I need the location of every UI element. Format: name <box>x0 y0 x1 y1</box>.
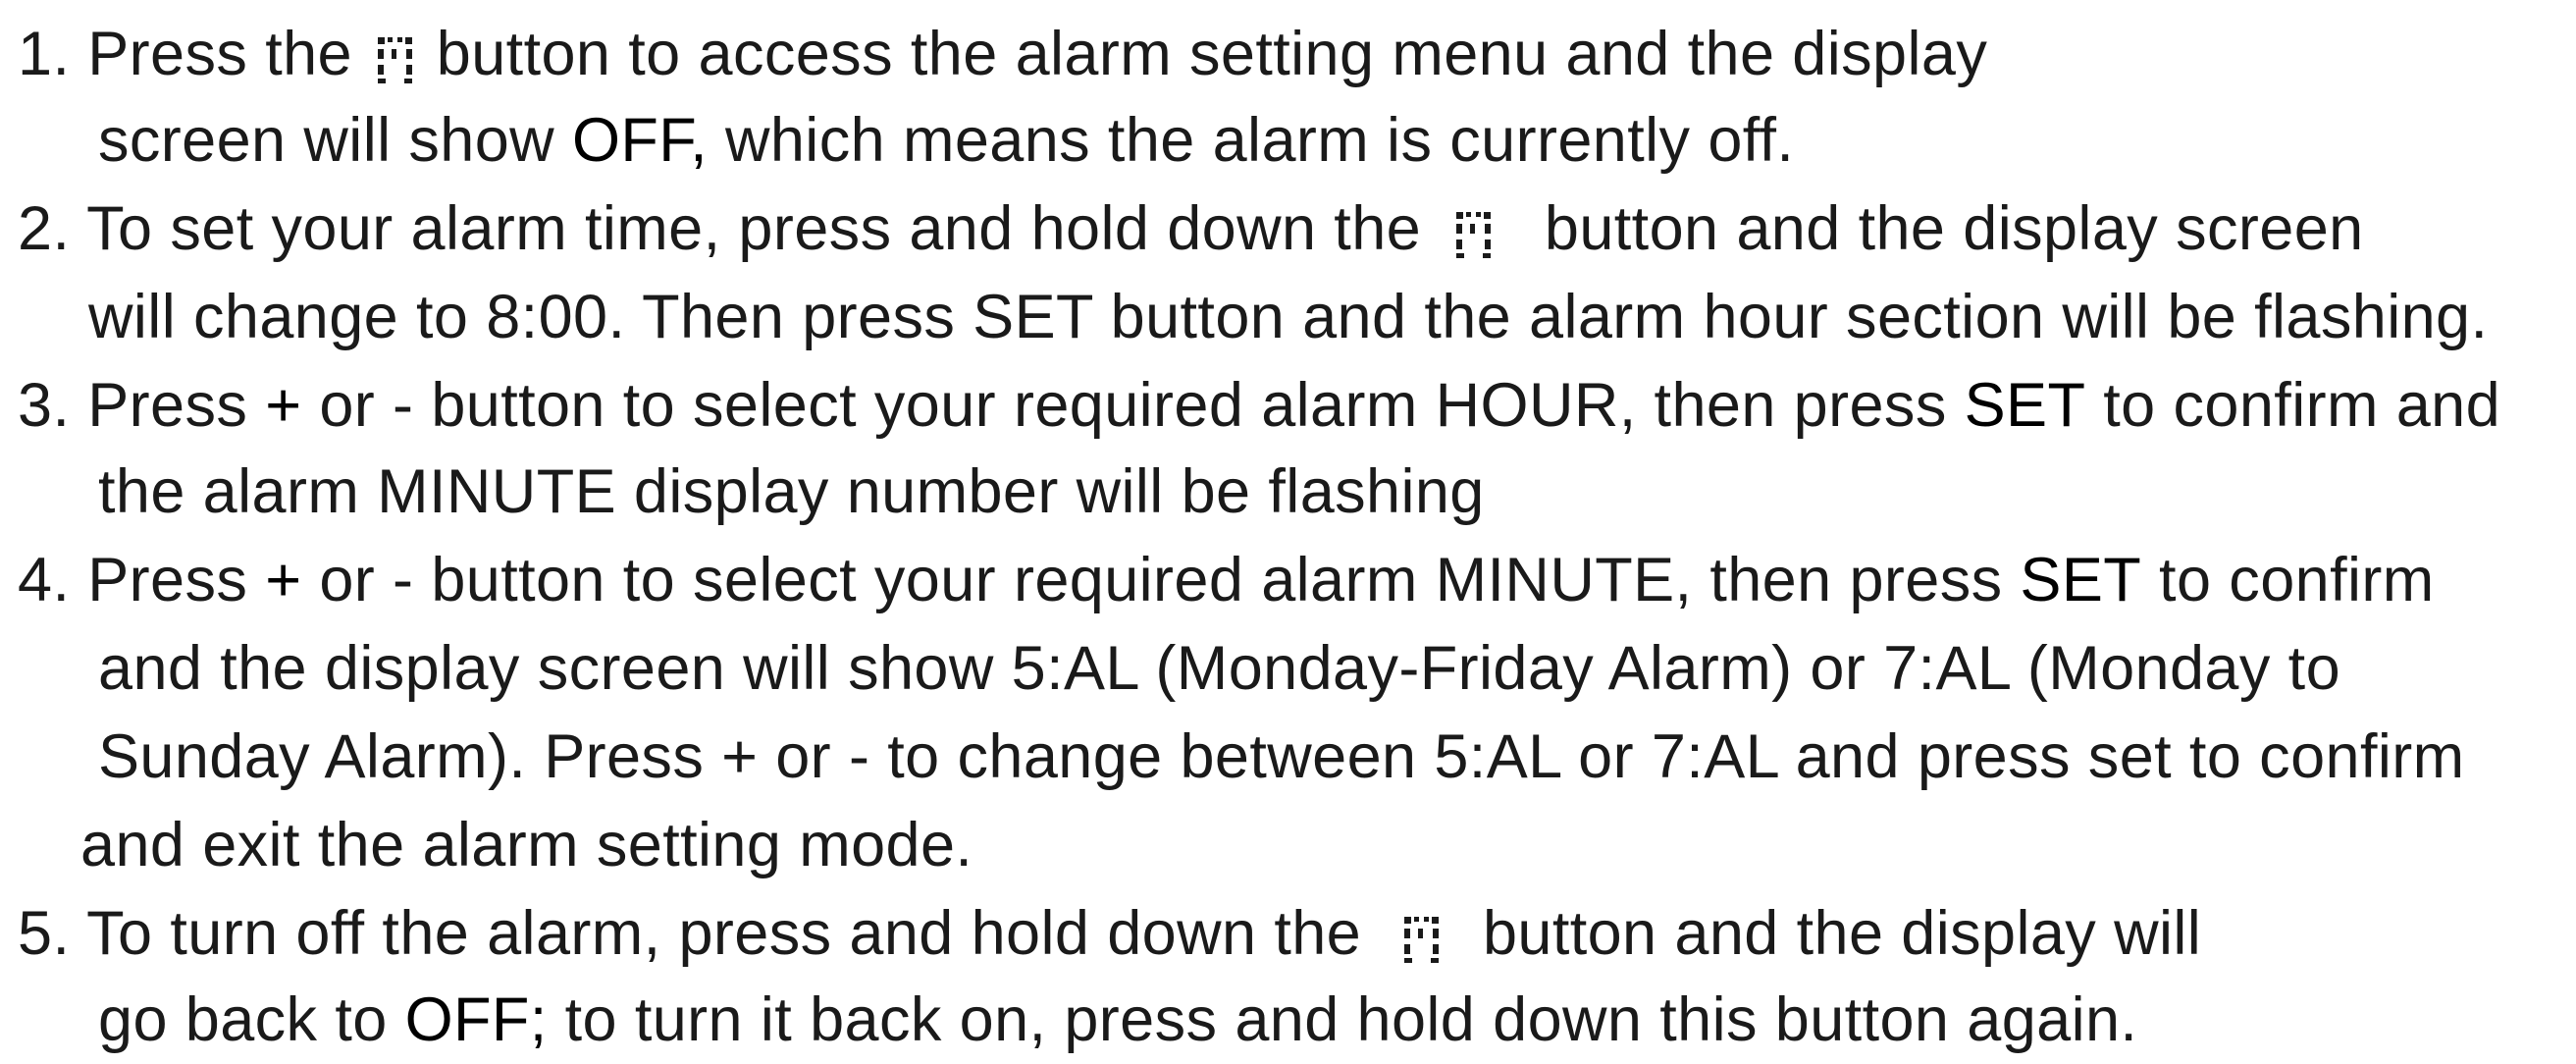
item-text: and the display screen will show 5:AL (M… <box>98 634 2341 703</box>
bold-keyword: OFF; <box>404 985 548 1054</box>
item-2-line-2: will change to 8:00. Then press SET butt… <box>88 273 2488 361</box>
item-text: or - button to select your required alar… <box>319 546 2003 614</box>
item-text: will change to 8:00. Then press SET butt… <box>88 283 2489 351</box>
item-text: or - button to select your required alar… <box>319 371 1947 440</box>
alarm-bell-icon <box>1452 204 1494 261</box>
plus-symbol: + <box>265 371 302 440</box>
item-text: to turn it back on, press and hold down … <box>564 985 2138 1054</box>
item-text: Press <box>87 546 248 614</box>
item-number: 2. <box>18 194 71 263</box>
item-number: 4. <box>18 546 71 614</box>
item-text: go back to <box>98 985 388 1054</box>
item-text: button and the display will <box>1482 899 2202 968</box>
item-text: which means the alarm is currently off. <box>724 106 1795 175</box>
bold-keyword: SET <box>1964 371 2086 440</box>
item-text: button and the display screen <box>1544 194 2364 263</box>
item-text: Press <box>87 371 248 440</box>
bold-keyword: OFF, <box>571 106 709 175</box>
item-4-line-4: and exit the alarm setting mode. <box>80 801 973 889</box>
item-text: and exit the alarm setting mode. <box>80 811 973 879</box>
item-1-line-1: 1. Press the button to access the alarm … <box>18 10 1987 98</box>
item-text: Sunday Alarm). Press + or - to change be… <box>98 722 2465 791</box>
item-5-line-1: 5. To turn off the alarm, press and hold… <box>18 889 2201 978</box>
alarm-bell-icon <box>374 29 415 86</box>
bold-keyword: SET <box>2020 546 2142 614</box>
item-text: to confirm <box>2159 546 2435 614</box>
item-1-line-2: screen will show OFF, which means the al… <box>98 96 1794 185</box>
item-number: 1. <box>18 20 71 88</box>
item-text: screen will show <box>98 106 555 175</box>
item-number: 5. <box>18 899 71 968</box>
item-4-line-3: Sunday Alarm). Press + or - to change be… <box>98 713 2465 801</box>
alarm-bell-icon <box>1400 909 1442 966</box>
item-3-line-2: the alarm MINUTE display number will be … <box>98 448 1485 536</box>
item-2-line-1: 2. To set your alarm time, press and hol… <box>18 185 2364 273</box>
item-text: button to access the alarm setting menu … <box>436 20 1988 88</box>
item-4-line-1: 4. Press + or - button to select your re… <box>18 536 2435 624</box>
item-3-line-1: 3. Press + or - button to select your re… <box>18 361 2500 450</box>
item-text: the alarm MINUTE display number will be … <box>98 457 1485 526</box>
item-text: Press the <box>87 20 352 88</box>
item-text: To turn off the alarm, press and hold do… <box>86 899 1362 968</box>
item-text: To set your alarm time, press and hold d… <box>86 194 1422 263</box>
item-4-line-2: and the display screen will show 5:AL (M… <box>98 624 2340 713</box>
alarm-instructions: 1. Press the button to access the alarm … <box>0 0 2576 1054</box>
item-number: 3. <box>18 371 71 440</box>
item-text: to confirm and <box>2103 371 2501 440</box>
plus-symbol: + <box>265 546 302 614</box>
